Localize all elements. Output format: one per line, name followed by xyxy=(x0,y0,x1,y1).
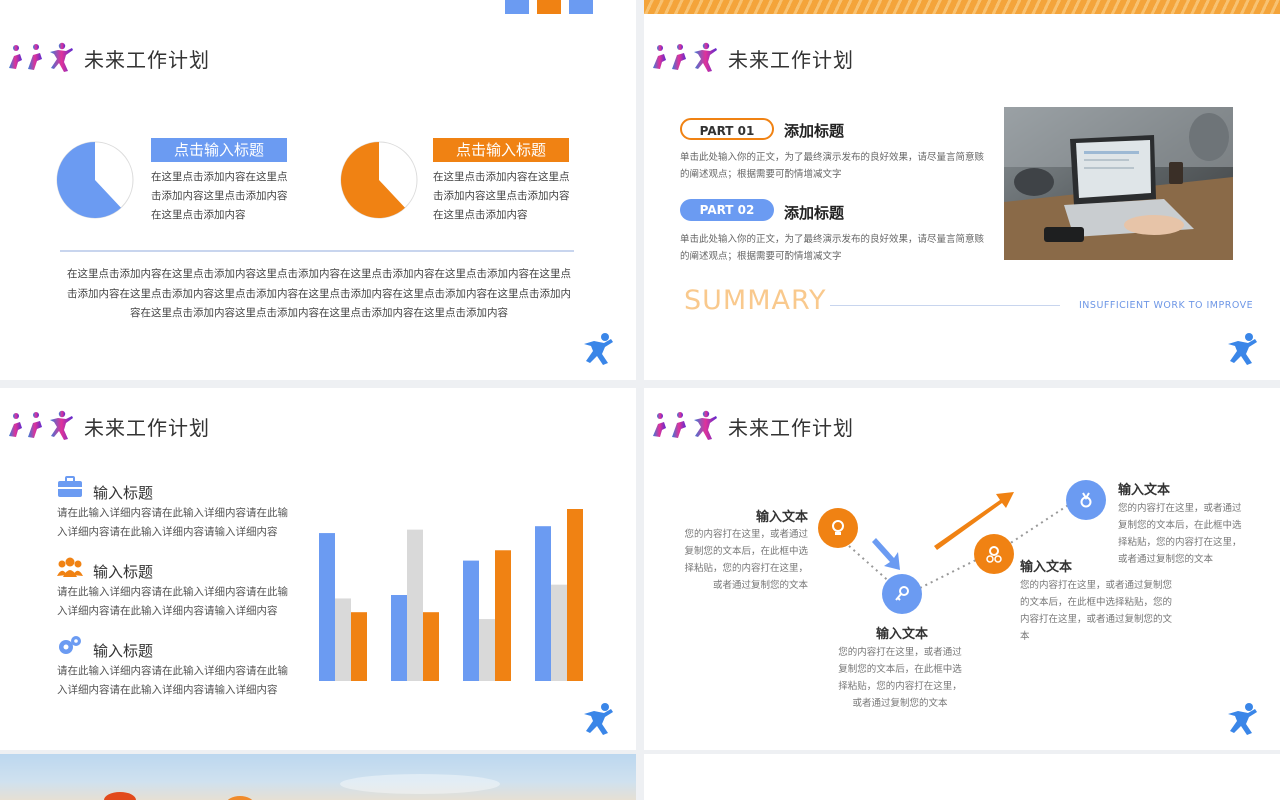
item-text-1: 请在此输入详细内容请在此输入详细内容请在此输入详细内容请在此输入详细内容请输入详… xyxy=(57,507,288,538)
item-heading-1: 输入标题 xyxy=(93,484,154,502)
page-title: 未来工作计划 xyxy=(84,48,210,72)
paragraph-right: 在这里点击添加内容在这里点击添加内容这里点击添加内容在这里点击添加内容 xyxy=(433,171,570,221)
sky-photo xyxy=(104,774,500,800)
slide-parts-summary[interactable]: 未来工作计划 PART 01 添加标题 单击此处输入你的正文，为了最终演示发布的… xyxy=(644,14,1280,380)
bar-4-1 xyxy=(535,526,551,681)
part-01-pill[interactable]: PART 01 xyxy=(680,118,774,140)
slide-pie-comparison[interactable]: 未来工作计划 点击输入标题 在这里点击添加内容在这里点击添加内容这里点击添加内容… xyxy=(0,14,636,380)
step-heading-2: 输入文本 xyxy=(875,627,928,642)
pie-chart-right xyxy=(340,141,418,219)
users-icon xyxy=(57,557,83,577)
next-slide-thumbnail[interactable] xyxy=(0,754,636,800)
label-box-right[interactable]: 点击输入标题 xyxy=(433,138,569,162)
runner-icon xyxy=(1228,703,1257,735)
item-heading-3: 输入标题 xyxy=(93,642,154,660)
item-heading-2: 输入标题 xyxy=(93,563,154,581)
slide-bar-chart[interactable]: 未来工作计划 输入标题 请在此输入详细内容请在此输入详细内容请在此输入详细内容请… xyxy=(0,388,636,750)
gears-icon xyxy=(59,636,81,654)
runners-logo-icon xyxy=(9,42,73,72)
step-text-1: 您的内容打在这里，或者通过复制您的文本后，在此框中选择粘贴，您的内容打在这里，或… xyxy=(684,529,808,591)
part-01-text: 单击此处输入你的正文，为了最终演示发布的良好效果，请尽量言简意赅的阐述观点；根据… xyxy=(680,152,985,180)
step-dot-4[interactable] xyxy=(1066,480,1106,520)
next-slide-thumbnail-right[interactable] xyxy=(644,754,1280,800)
summary-heading: SUMMARY xyxy=(684,285,827,316)
page-title: 未来工作计划 xyxy=(84,416,210,440)
item-text-2: 请在此输入详细内容请在此输入详细内容请在此输入详细内容请在此输入详细内容请输入详… xyxy=(57,586,288,617)
bar-4-2 xyxy=(551,584,567,681)
summary-tagline: INSUFFICIENT WORK TO IMPROVE xyxy=(1079,300,1254,311)
part-02-pill[interactable]: PART 02 xyxy=(680,199,774,221)
part-02-text: 单击此处输入你的正文，为了最终演示发布的良好效果，请尽量言简意赅的阐述观点；根据… xyxy=(680,234,985,262)
bar-3-2 xyxy=(479,619,495,681)
bar-2-1 xyxy=(391,595,407,681)
part-01-heading: 添加标题 xyxy=(784,122,845,140)
step-dot-1[interactable] xyxy=(818,508,858,548)
body-text: 在这里点击添加内容在这里点击添加内容这里点击添加内容在这里点击添加内容在这里点击… xyxy=(67,268,571,319)
item-text-3: 请在此输入详细内容请在此输入详细内容请在此输入详细内容请在此输入详细内容请输入详… xyxy=(57,665,288,696)
key-icon xyxy=(895,586,909,601)
bar-chart xyxy=(319,509,583,681)
previous-slide-strip-left xyxy=(0,0,636,14)
runners-logo-icon xyxy=(9,410,73,440)
runners-logo-icon xyxy=(653,42,717,72)
part-02-heading: 添加标题 xyxy=(784,204,845,222)
runner-icon xyxy=(584,703,613,735)
bar-4-3 xyxy=(567,509,583,681)
runner-icon xyxy=(584,333,613,365)
bar-1-2 xyxy=(335,598,351,681)
gear-group-icon xyxy=(986,546,1002,563)
step-heading-4: 输入文本 xyxy=(1118,483,1171,498)
divider-line xyxy=(60,250,574,252)
summary-line xyxy=(830,305,1060,306)
lightbulb-icon xyxy=(832,520,844,535)
down-arrow-icon xyxy=(872,538,900,570)
slide-process-steps[interactable]: 未来工作计划 输入文本 您的内容打在这里，或者通过复制您的文本后，在此框中选择粘… xyxy=(644,388,1280,750)
label-box-left[interactable]: 点击输入标题 xyxy=(151,138,287,162)
briefcase-icon xyxy=(58,476,82,497)
previous-slide-strip-right xyxy=(644,0,1280,14)
step-text-3: 您的内容打在这里，或者通过复制您的文本后，在此框中选择粘贴，您的内容打在这里，或… xyxy=(1020,580,1173,642)
page-title: 未来工作计划 xyxy=(728,48,854,72)
paragraph-left: 在这里点击添加内容在这里点击添加内容这里点击添加内容在这里点击添加内容 xyxy=(151,171,288,221)
step-dot-2[interactable] xyxy=(882,574,922,614)
step-text-2: 您的内容打在这里，或者通过复制您的文本后，在此框中选择粘贴，您的内容打在这里，或… xyxy=(838,647,962,709)
laptop-photo xyxy=(1004,107,1233,260)
step-dot-3[interactable] xyxy=(974,534,1014,574)
bar-1-1 xyxy=(319,533,335,681)
step-text-4: 您的内容打在这里，或者通过复制您的文本后，在此框中选择粘贴，您的内容打在这里，或… xyxy=(1118,503,1242,565)
step-heading-1: 输入文本 xyxy=(755,510,808,525)
medal-icon xyxy=(1080,492,1092,508)
runner-icon xyxy=(1228,333,1257,365)
pie-chart-left xyxy=(56,141,134,219)
bar-3-3 xyxy=(495,550,511,681)
bar-3-1 xyxy=(463,560,479,681)
bar-2-2 xyxy=(407,529,423,681)
bar-1-3 xyxy=(351,612,367,681)
bar-2-3 xyxy=(423,612,439,681)
